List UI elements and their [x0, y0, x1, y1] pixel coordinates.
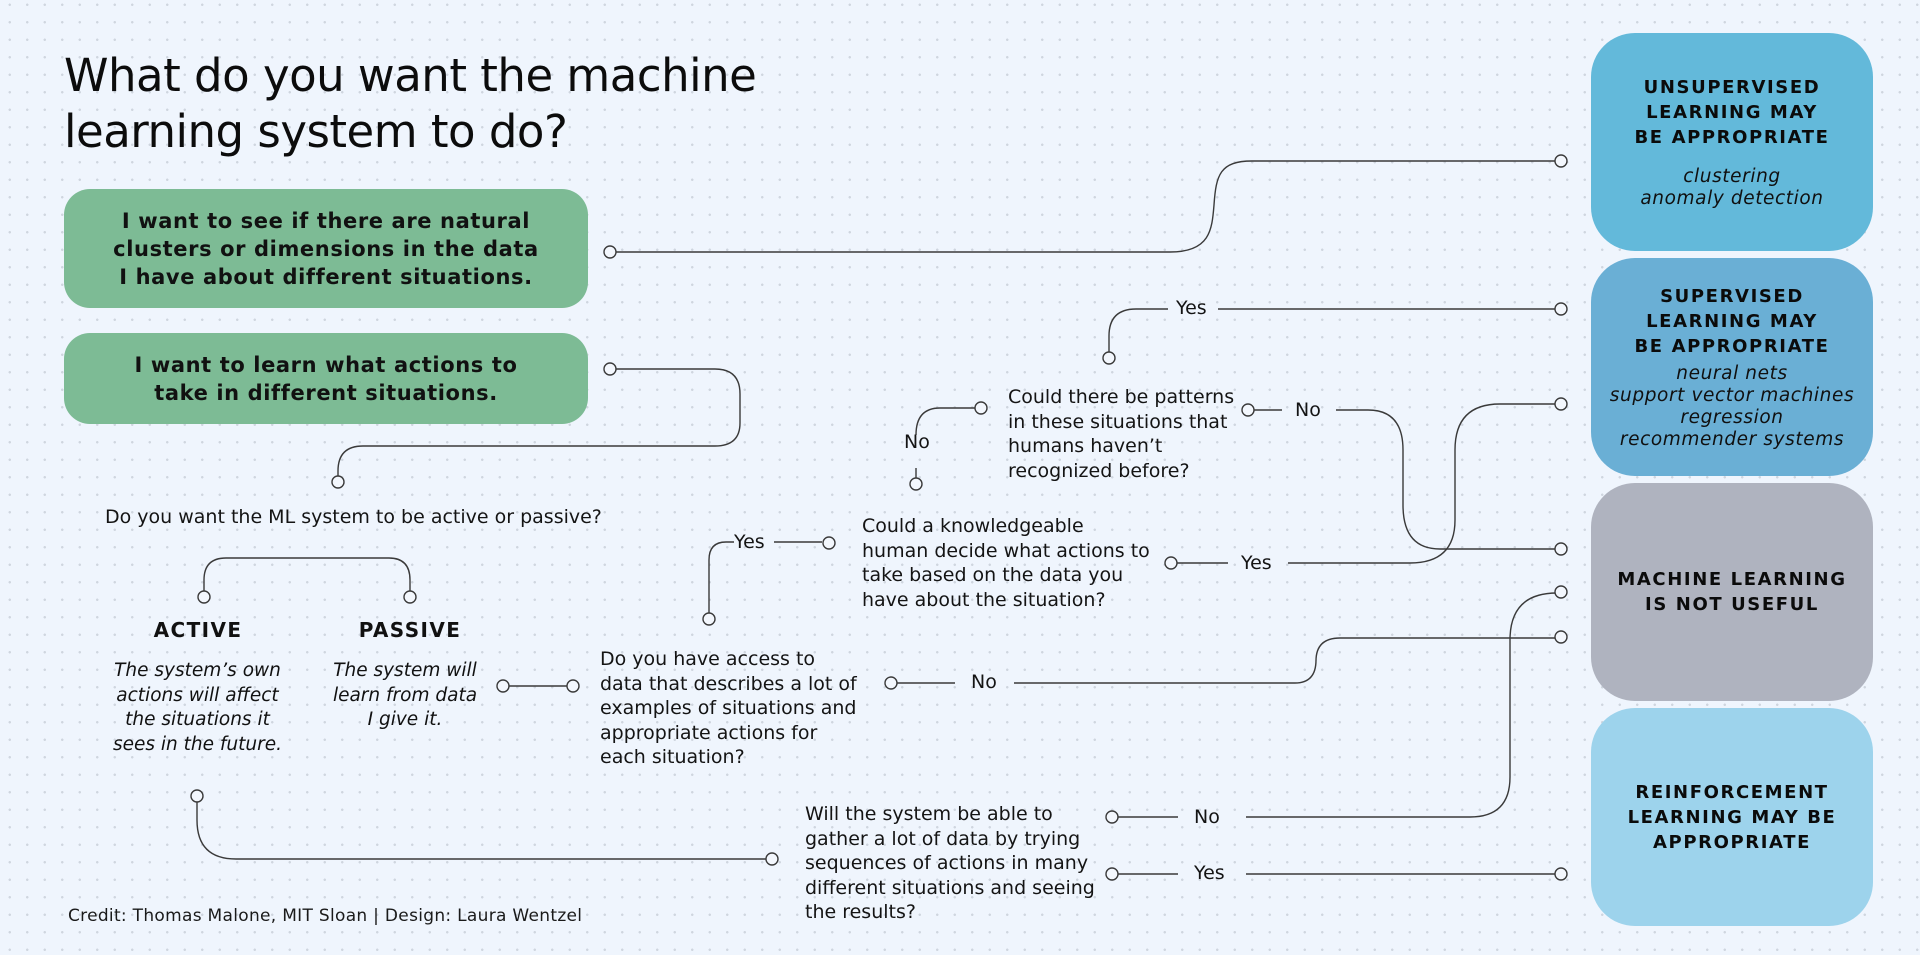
node-circle: [822, 536, 836, 550]
outcome-supervised-title: SUPERVISED LEARNING MAY BE APPROPRIATE: [1634, 285, 1830, 357]
goal-clusters-text: I want to see if there are natural clust…: [113, 208, 539, 289]
answer-patterns-no: No: [1295, 399, 1321, 421]
connector-access-yes-up: [708, 541, 734, 617]
connector-clusters-to-unsupervised: [610, 160, 1561, 253]
credit-line: Credit: Thomas Malone, MIT Sloan | Desig…: [68, 906, 583, 926]
node-circle: [1105, 867, 1119, 881]
node-circle: [1105, 810, 1119, 824]
outcome-reinforcement[interactable]: REINFORCEMENT LEARNING MAY BE APPROPRIAT…: [1591, 708, 1873, 926]
node-circle: [702, 612, 716, 626]
node-circle: [1554, 154, 1568, 168]
node-circle: [1554, 302, 1568, 316]
node-circle: [403, 590, 417, 604]
answer-knowledgeable-no: No: [904, 431, 930, 453]
connector-knowledgeable-yes-right: [1288, 403, 1561, 564]
outcome-unsupervised[interactable]: UNSUPERVISED LEARNING MAY BE APPROPRIATE…: [1591, 33, 1873, 251]
question-gather-data: Will the system be able to gather a lot …: [805, 803, 1095, 923]
node-circle: [197, 590, 211, 604]
node-circle: [603, 245, 617, 259]
answer-gather-yes: Yes: [1194, 862, 1225, 884]
outcome-reinforcement-title: REINFORCEMENT LEARNING MAY BE APPROPRIAT…: [1627, 781, 1837, 853]
outcome-supervised-example: neural nets: [1676, 362, 1788, 384]
node-circle: [1554, 397, 1568, 411]
answer-access-yes: Yes: [734, 531, 765, 553]
answer-access-no: No: [971, 671, 997, 693]
answer-patterns-yes: Yes: [1176, 297, 1207, 319]
connector-gather-no-right: [1246, 592, 1561, 818]
node-circle: [1241, 403, 1255, 417]
node-circle: [884, 676, 898, 690]
node-circle: [1554, 867, 1568, 881]
node-circle: [1554, 585, 1568, 599]
answer-gather-no: No: [1194, 806, 1220, 828]
node-circle: [765, 852, 779, 866]
goal-clusters-box[interactable]: I want to see if there are natural clust…: [64, 189, 588, 308]
outcome-unsupervised-title: UNSUPERVISED LEARNING MAY BE APPROPRIATE: [1634, 76, 1830, 148]
connector-access-no-right: [1014, 637, 1561, 684]
mode-active-title[interactable]: ACTIVE: [118, 618, 278, 642]
node-circle: [1554, 630, 1568, 644]
node-circle: [909, 477, 923, 491]
connector-active-to-gather-data: [196, 796, 771, 860]
node-circle: [331, 475, 345, 489]
node-circle: [1554, 542, 1568, 556]
question-knowledgeable-human: Could a knowledgeable human decide what …: [862, 515, 1150, 611]
node-circle: [603, 362, 617, 376]
node-circle: [190, 789, 204, 803]
question-access-data: Do you have access to data that describe…: [600, 648, 857, 768]
outcome-supervised-example: recommender systems: [1619, 428, 1845, 450]
node-circle: [1102, 351, 1116, 365]
goal-actions-text: I want to learn what actions to take in …: [134, 352, 518, 405]
node-circle: [566, 679, 580, 693]
question-patterns: Could there be patterns in these situati…: [1008, 386, 1235, 482]
question-active-passive: Do you want the ML system to be active o…: [105, 506, 602, 528]
mode-passive-title[interactable]: PASSIVE: [330, 618, 490, 642]
outcome-supervised[interactable]: SUPERVISED LEARNING MAY BE APPROPRIATE n…: [1591, 258, 1873, 476]
outcome-not-useful-title: MACHINE LEARNING IS NOT USEFUL: [1617, 569, 1847, 615]
connector-patterns-yes-up: [1108, 308, 1168, 357]
mode-active-description: The system’s own actions will affect the…: [113, 660, 282, 755]
connector-patterns-no-right: [1336, 409, 1561, 550]
outcome-supervised-example: regression: [1680, 406, 1784, 428]
mode-passive-description: The system will learn from data I give i…: [332, 660, 478, 730]
outcome-unsupervised-example: anomaly detection: [1640, 187, 1824, 209]
node-circle: [974, 401, 988, 415]
answer-knowledgeable-yes: Yes: [1241, 552, 1272, 574]
connector-active-passive-split: [203, 557, 411, 591]
outcome-unsupervised-example: clustering: [1683, 165, 1781, 187]
goal-actions-box[interactable]: I want to learn what actions to take in …: [64, 333, 588, 424]
node-circle: [1164, 556, 1178, 570]
outcome-not-useful[interactable]: MACHINE LEARNING IS NOT USEFUL: [1591, 483, 1873, 701]
outcome-supervised-example: support vector machines: [1609, 384, 1855, 406]
page-title: What do you want the machine learning sy…: [64, 49, 757, 158]
node-circle: [496, 679, 510, 693]
